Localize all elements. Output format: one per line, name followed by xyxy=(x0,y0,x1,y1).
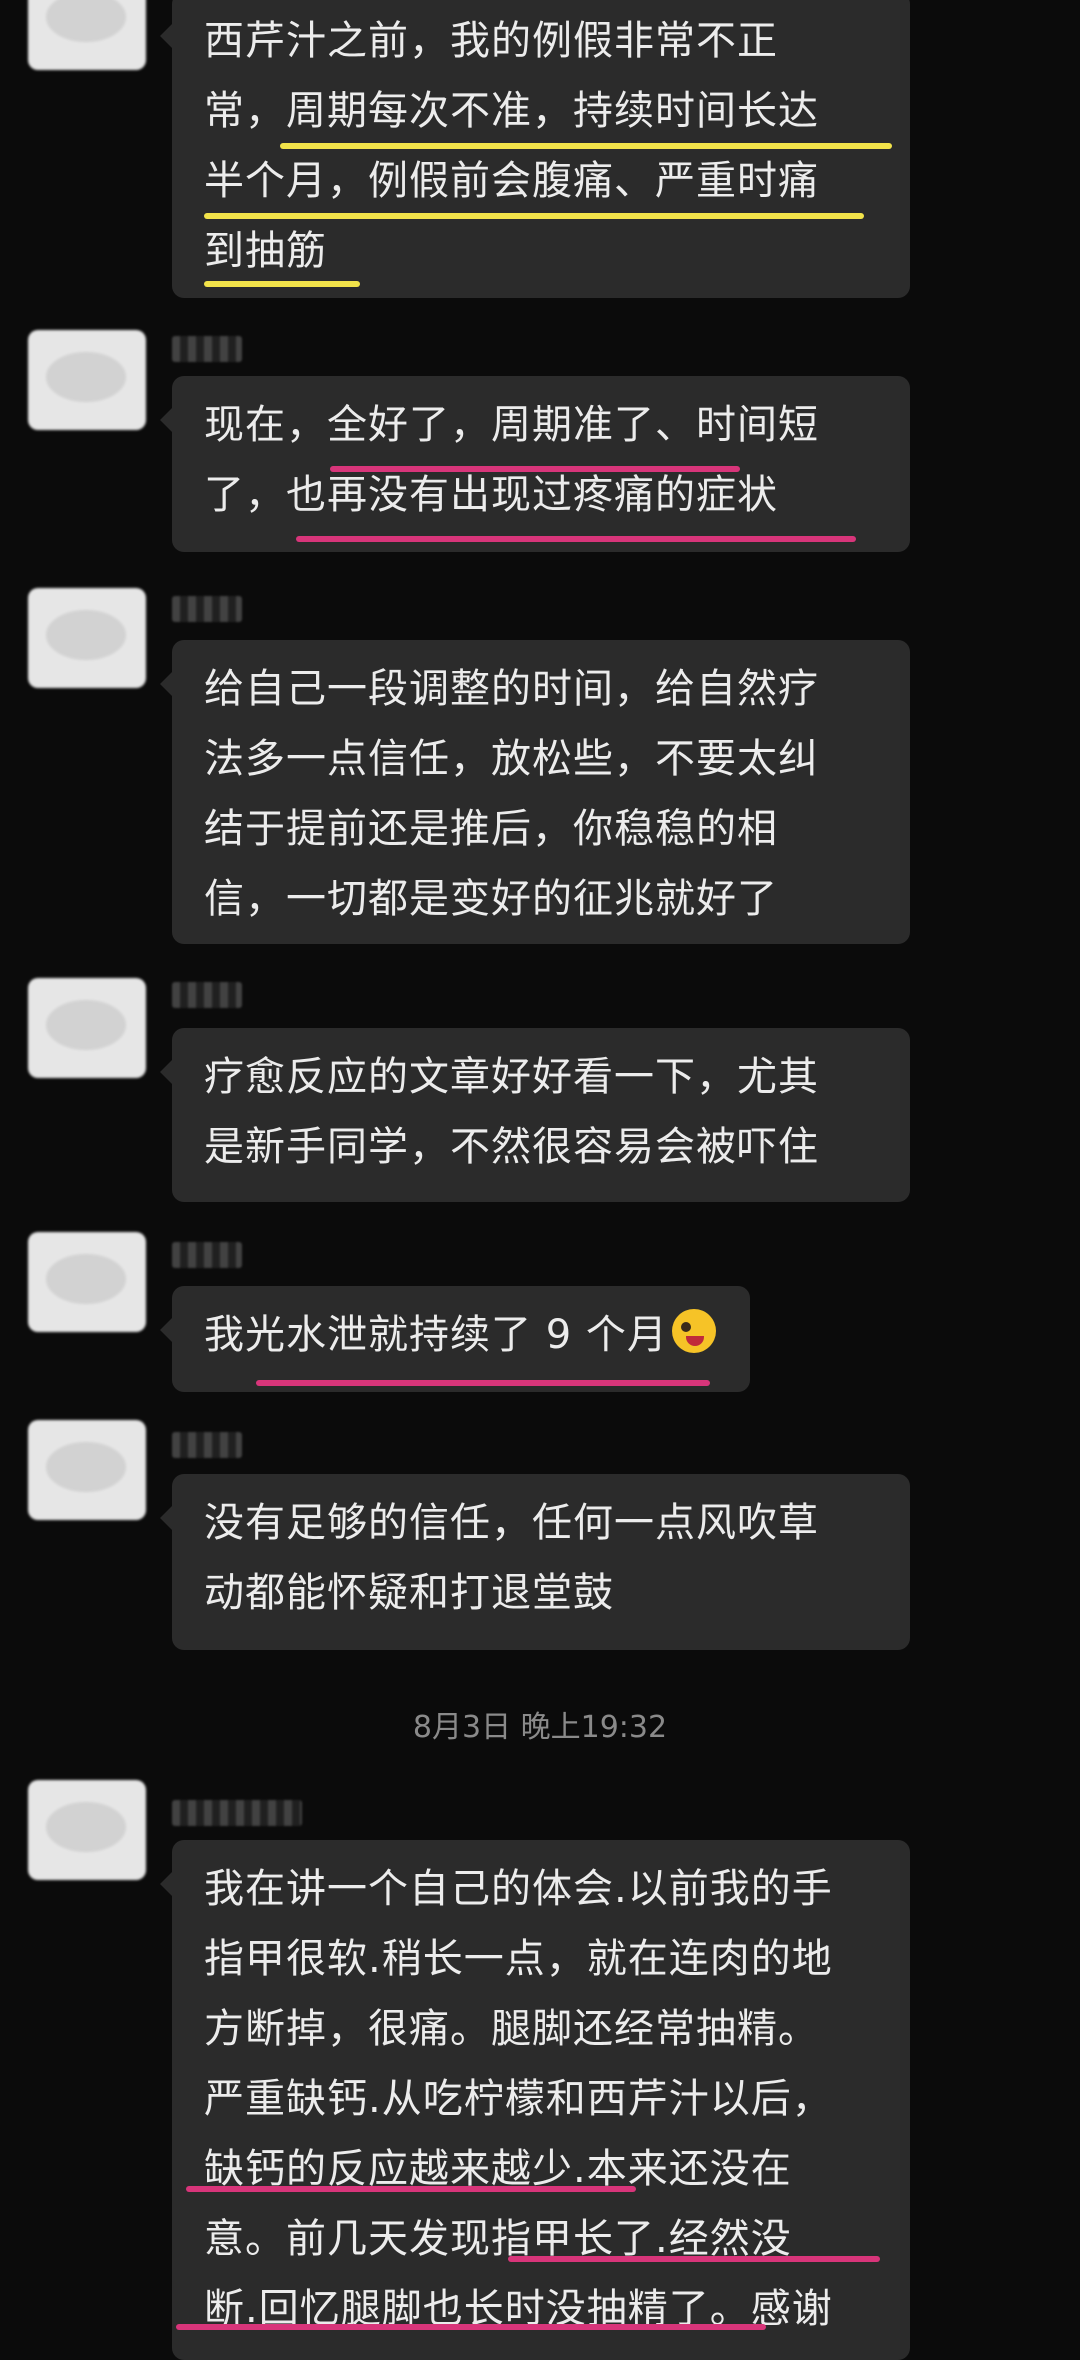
sender-name xyxy=(172,982,242,1008)
message-text-content: 我光水泄就持续了 9 个月 xyxy=(204,1312,668,1358)
highlight-underline xyxy=(508,2256,880,2262)
message-bubble[interactable]: 没有足够的信任，任何一点风吹草 动都能怀疑和打退堂鼓 xyxy=(160,1474,910,1650)
sender-name xyxy=(172,336,242,362)
sender-name xyxy=(172,596,242,622)
sender-name xyxy=(172,1432,242,1458)
message-bubble[interactable]: 给自己一段调整的时间，给自然疗 法多一点信任，放松些，不要太纠 结于提前还是推后… xyxy=(160,640,910,944)
highlight-underline xyxy=(186,2186,636,2192)
highlight-underline xyxy=(296,536,856,542)
avatar[interactable] xyxy=(28,978,146,1078)
message-text: 给自己一段调整的时间，给自然疗 法多一点信任，放松些，不要太纠 结于提前还是推后… xyxy=(204,666,819,922)
avatar[interactable] xyxy=(28,1780,146,1880)
avatar[interactable] xyxy=(28,588,146,688)
message-bubble[interactable]: 疗愈反应的文章好好看一下，尤其 是新手同学，不然很容易会被吓住 xyxy=(160,1028,910,1202)
winking-tongue-emoji-icon xyxy=(671,1309,716,1353)
message-bubble[interactable]: 现在，全好了，周期准了、时间短 了，也再没有出现过疼痛的症状 xyxy=(160,376,910,552)
highlight-underline xyxy=(176,2324,766,2330)
message-text: 我在讲一个自己的体会.以前我的手 指甲很软.稍长一点，就在连肉的地 方断掉，很痛… xyxy=(204,1866,833,2332)
highlight-underline xyxy=(330,466,740,472)
message-bubble[interactable]: 我在讲一个自己的体会.以前我的手 指甲很软.稍长一点，就在连肉的地 方断掉，很痛… xyxy=(160,1840,910,2360)
message-text: 我光水泄就持续了 9 个月 xyxy=(204,1300,716,1370)
sender-name xyxy=(172,1242,242,1268)
message-bubble[interactable]: 我光水泄就持续了 9 个月 xyxy=(160,1286,750,1392)
avatar[interactable] xyxy=(28,0,146,70)
highlight-underline xyxy=(204,281,360,287)
timestamp: 8月3日 晚上19:32 xyxy=(412,1710,668,1745)
avatar[interactable] xyxy=(28,330,146,430)
message-text: 没有足够的信任，任何一点风吹草 动都能怀疑和打退堂鼓 xyxy=(204,1500,819,1616)
message-bubble[interactable]: 西芹汁之前，我的例假非常不正 常，周期每次不准，持续时间长达 半个月，例假前会腹… xyxy=(160,0,910,298)
highlight-underline xyxy=(280,143,892,149)
avatar[interactable] xyxy=(28,1232,146,1332)
sender-name xyxy=(172,1800,302,1826)
message-text: 现在，全好了，周期准了、时间短 了，也再没有出现过疼痛的症状 xyxy=(204,402,819,518)
highlight-underline xyxy=(256,1380,710,1386)
highlight-underline xyxy=(204,213,864,219)
message-text: 疗愈反应的文章好好看一下，尤其 是新手同学，不然很容易会被吓住 xyxy=(204,1054,819,1170)
avatar[interactable] xyxy=(28,1420,146,1520)
